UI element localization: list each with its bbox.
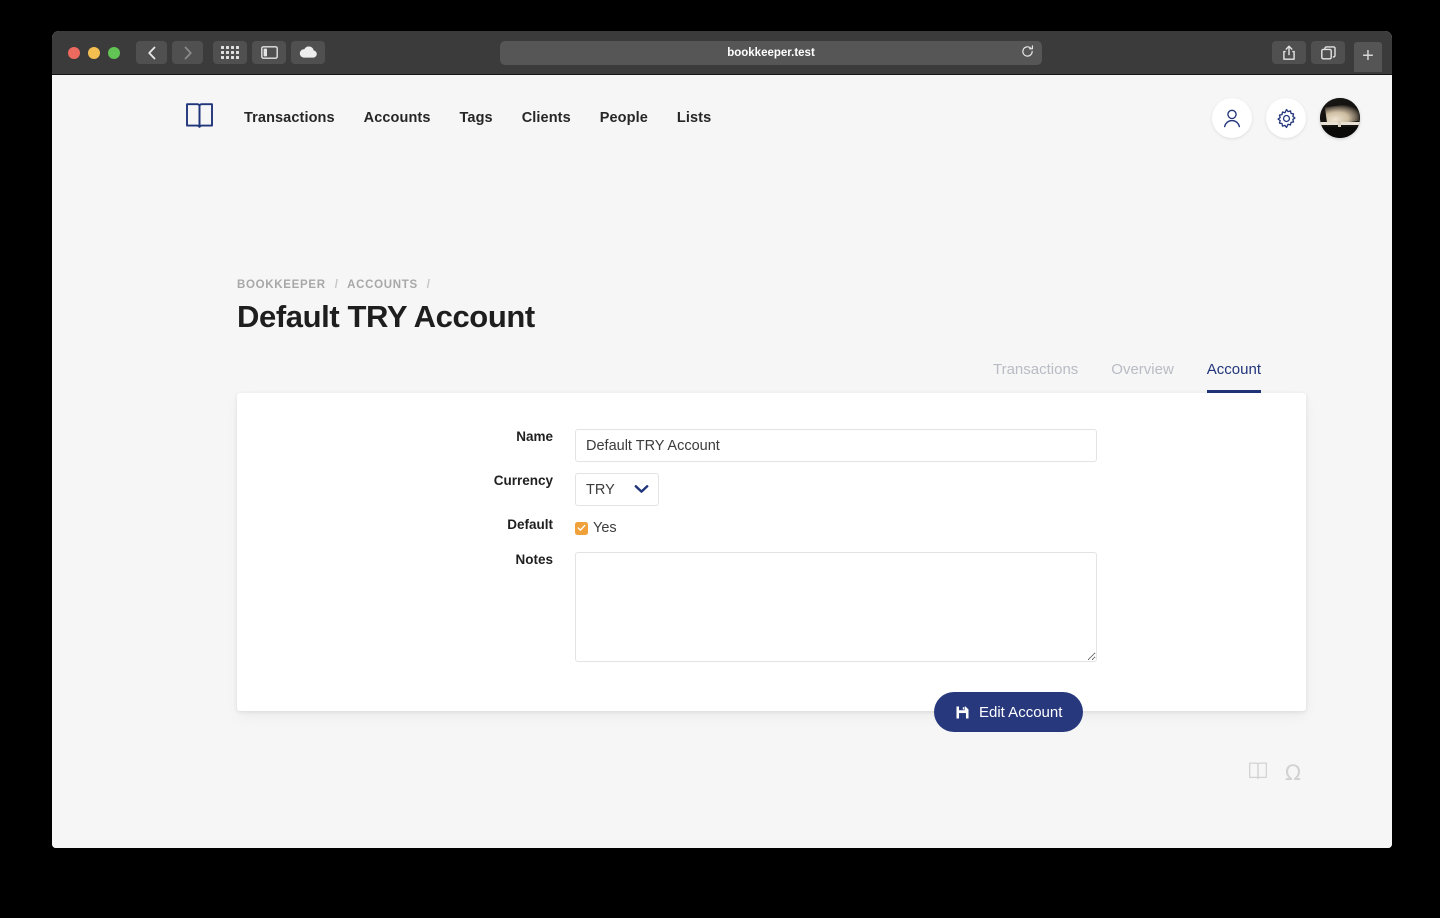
page-content: Transactions Accounts Tags Clients Peopl… [52, 75, 1392, 848]
default-checkbox-label: Yes [593, 520, 617, 536]
breadcrumb-separator-last: / [426, 279, 431, 291]
titlebar-right-actions: + [1272, 41, 1382, 72]
person-icon [1223, 109, 1241, 127]
footer-icons: Ω [1248, 761, 1301, 786]
maximize-window-button[interactable] [108, 46, 120, 59]
page-title: Default TRY Account [237, 299, 535, 334]
omega-icon[interactable]: Ω [1285, 763, 1301, 784]
tabs-overview-icon [1320, 45, 1336, 59]
sidebar-icon [260, 46, 278, 59]
settings-button[interactable] [1266, 98, 1306, 138]
tab-account[interactable]: Account [1206, 361, 1261, 393]
form-row-notes: Notes [397, 552, 1097, 662]
chevron-down-icon [634, 481, 649, 499]
avatar[interactable] [1320, 98, 1360, 138]
check-icon [577, 524, 586, 531]
tab-grid-button[interactable] [213, 41, 247, 64]
notes-label: Notes [515, 552, 553, 567]
nav-link-transactions[interactable]: Transactions [244, 110, 335, 126]
default-checkbox[interactable] [575, 521, 588, 535]
form-row-name: Name [397, 429, 1097, 462]
cloud-icon [299, 46, 317, 58]
back-button[interactable] [136, 41, 167, 64]
nav-link-clients[interactable]: Clients [522, 110, 571, 126]
edit-account-button-label: Edit Account [979, 703, 1063, 721]
notes-textarea[interactable] [575, 552, 1097, 662]
name-input[interactable] [575, 429, 1097, 462]
profile-button[interactable] [1212, 98, 1252, 138]
breadcrumb: BOOKKEEPER / ACCOUNTS / [237, 279, 436, 291]
forward-button[interactable] [172, 41, 203, 64]
share-button[interactable] [1272, 41, 1306, 64]
currency-label: Currency [493, 473, 553, 488]
new-tab-button[interactable]: + [1354, 41, 1382, 72]
breadcrumb-separator: / [334, 279, 339, 291]
open-book-logo[interactable] [185, 101, 214, 136]
browser-window: bookkeeper.test + Transactions Accounts … [52, 31, 1392, 848]
tab-transactions[interactable]: Transactions [993, 361, 1078, 393]
gear-icon [1276, 108, 1296, 128]
url-text: bookkeeper.test [727, 46, 815, 59]
address-bar[interactable]: bookkeeper.test [500, 40, 1042, 65]
nav-link-accounts[interactable]: Accounts [364, 110, 431, 126]
breadcrumb-item-accounts[interactable]: ACCOUNTS [347, 279, 418, 291]
reload-icon[interactable] [1021, 44, 1034, 61]
app-navbar: Transactions Accounts Tags Clients Peopl… [52, 75, 1392, 161]
open-book-icon[interactable] [1248, 761, 1268, 786]
avatar-image-ground [1320, 126, 1360, 138]
browser-titlebar: bookkeeper.test + [52, 31, 1392, 75]
minimize-window-button[interactable] [88, 46, 100, 59]
window-traffic-lights [68, 46, 120, 59]
navbar-actions [1212, 98, 1360, 138]
show-all-tabs-button[interactable] [1311, 41, 1345, 64]
nav-link-lists[interactable]: Lists [677, 110, 711, 126]
icloud-button[interactable] [291, 41, 325, 64]
currency-selected-value: TRY [586, 481, 615, 498]
breadcrumb-item-bookkeeper[interactable]: BOOKKEEPER [237, 279, 326, 291]
form-row-default: Default Yes [397, 517, 617, 536]
default-checkbox-group: Yes [575, 517, 617, 536]
close-window-button[interactable] [68, 46, 80, 59]
nav-link-tags[interactable]: Tags [460, 110, 493, 126]
sidebar-toggle-button[interactable] [252, 41, 286, 64]
nav-link-people[interactable]: People [600, 110, 648, 126]
account-form-card: Name Currency TRY Default [237, 393, 1306, 711]
view-buttons [213, 41, 325, 64]
grid-icon [221, 46, 239, 59]
share-icon [1283, 45, 1295, 60]
name-label: Name [516, 429, 553, 444]
navbar-links: Transactions Accounts Tags Clients Peopl… [244, 110, 711, 126]
content-tabs: Transactions Overview Account [237, 361, 1306, 397]
navigation-buttons [136, 41, 203, 64]
default-label: Default [507, 517, 553, 532]
save-icon [955, 705, 970, 720]
edit-account-button[interactable]: Edit Account [934, 692, 1084, 732]
currency-select[interactable]: TRY [575, 473, 659, 506]
new-tab-label: + [1362, 45, 1374, 67]
form-row-currency: Currency TRY [397, 473, 659, 506]
tab-overview[interactable]: Overview [1111, 361, 1174, 393]
